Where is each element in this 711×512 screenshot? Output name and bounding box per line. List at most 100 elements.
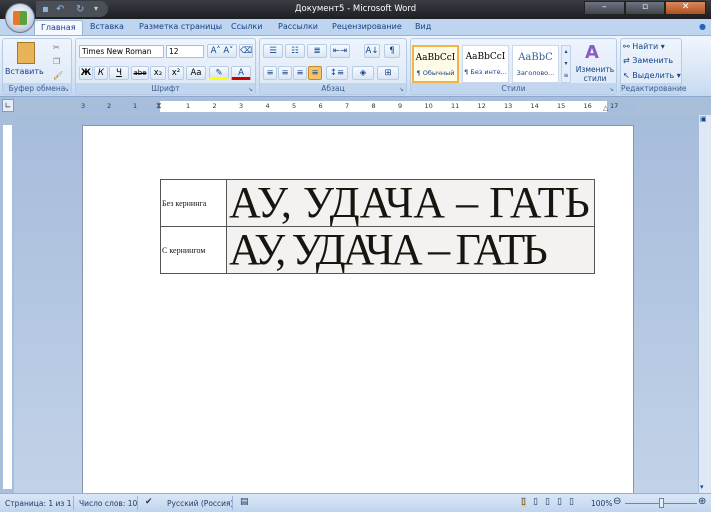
- help-icon[interactable]: ●: [699, 22, 706, 31]
- shading-icon[interactable]: ◈: [352, 66, 374, 80]
- minimize-button[interactable]: –: [584, 1, 625, 15]
- save-icon[interactable]: ▪: [42, 4, 49, 15]
- ruler-number: 7: [345, 102, 350, 110]
- redo-icon[interactable]: ↻: [76, 4, 84, 15]
- group-editing: ⚯ Найти ▾ ⇄ Заменить ↖ Выделить ▾ Редакт…: [620, 38, 686, 95]
- zoom-out-icon[interactable]: ⊖: [613, 496, 621, 507]
- numbering-icon[interactable]: ☷: [285, 44, 305, 58]
- styles-scroll[interactable]: ▴ ▾ ≡: [561, 45, 571, 83]
- bullets-icon[interactable]: ☰: [263, 44, 283, 58]
- paste-button[interactable]: Вставить: [5, 67, 44, 76]
- sort-icon[interactable]: A↓: [364, 44, 380, 58]
- multilevel-list-icon[interactable]: ≣: [307, 44, 327, 58]
- scroll-down-icon[interactable]: ▾: [700, 483, 704, 491]
- group-label: Буфер обмена: [3, 83, 71, 94]
- zoom-in-icon[interactable]: ⊕: [698, 496, 706, 507]
- print-layout-icon[interactable]: ▯: [521, 497, 526, 507]
- underline-button[interactable]: Ч: [109, 66, 129, 80]
- ruler-toggle-icon[interactable]: ▣: [700, 115, 707, 123]
- font-size-select[interactable]: 12: [166, 45, 204, 58]
- subscript-button[interactable]: x₂: [150, 66, 166, 80]
- align-left-icon[interactable]: ≡: [263, 66, 277, 80]
- show-marks-icon[interactable]: ¶: [384, 44, 400, 58]
- full-screen-icon[interactable]: ▯: [533, 497, 538, 507]
- customize-qat-icon[interactable]: ▾: [94, 4, 98, 13]
- italic-button[interactable]: К: [94, 66, 108, 80]
- office-button[interactable]: [5, 3, 35, 33]
- horizontal-ruler[interactable]: 3 2 1 1 2 3 4 5 6 7 8 9 10 11 12 13 14 15 16 17 ⧗ △: [80, 101, 636, 112]
- vertical-scrollbar[interactable]: ▣ ▾: [698, 115, 711, 493]
- font-name-select[interactable]: Times New Roman: [79, 45, 164, 58]
- align-center-icon[interactable]: ≡: [278, 66, 292, 80]
- justify-icon[interactable]: ≡: [308, 66, 322, 80]
- copy-icon[interactable]: ❐: [53, 57, 60, 66]
- tab-references[interactable]: Ссылки: [231, 22, 262, 31]
- dialog-launcher-icon[interactable]: ↘: [609, 86, 614, 93]
- proofing-icon[interactable]: ✔: [145, 497, 153, 507]
- style-heading[interactable]: AaBbC Заголово...: [512, 45, 559, 83]
- vertical-ruler[interactable]: [2, 124, 13, 490]
- dialog-launcher-icon[interactable]: ↘: [64, 86, 69, 93]
- tab-review[interactable]: Рецензирование: [332, 22, 402, 31]
- group-styles: AaBbCcI ¶ Обычный AaBbCcI ¶ Без инте... Aa…: [410, 38, 617, 95]
- ruler-number: 10: [424, 102, 433, 110]
- format-painter-icon[interactable]: 🖌: [53, 71, 63, 80]
- bold-button[interactable]: Ж: [79, 66, 93, 80]
- zoom-level[interactable]: 100%: [591, 499, 612, 508]
- zoom-slider-thumb[interactable]: [659, 498, 664, 508]
- page-count[interactable]: Страница: 1 из 1: [5, 499, 72, 508]
- group-label: Стили: [411, 83, 616, 94]
- align-right-icon[interactable]: ≡: [293, 66, 307, 80]
- kerning-table: Без кернинга АУ, УДАЧА – ГАТЬ С кернинго…: [160, 179, 595, 274]
- ruler-number: 14: [530, 102, 539, 110]
- web-layout-icon[interactable]: ▯: [545, 497, 550, 507]
- ruler-number: 8: [371, 102, 376, 110]
- ruler-number: 2: [212, 102, 217, 110]
- indent-marker-icon[interactable]: ⧗: [156, 101, 162, 111]
- undo-icon[interactable]: ↶: [56, 4, 64, 15]
- divider: [137, 496, 138, 510]
- sample-text-kerning[interactable]: АУ, УДАЧА – ГАТЬ: [226, 226, 595, 274]
- find-button[interactable]: ⚯ Найти ▾: [623, 42, 665, 51]
- divider: [232, 496, 233, 510]
- style-no-spacing[interactable]: AaBbCcI ¶ Без инте...: [462, 45, 509, 83]
- superscript-button[interactable]: x²: [168, 66, 184, 80]
- word-count[interactable]: Число слов: 10: [79, 499, 137, 508]
- tab-selector[interactable]: ∟: [2, 99, 14, 112]
- borders-icon[interactable]: ⊞: [377, 66, 399, 80]
- cut-icon[interactable]: ✂: [53, 43, 60, 52]
- row-label[interactable]: С кернингом: [160, 226, 227, 274]
- change-case-button[interactable]: Aa: [186, 66, 206, 80]
- tab-mailings[interactable]: Рассылки: [278, 22, 318, 31]
- font-color-icon[interactable]: A: [231, 66, 251, 80]
- binoculars-icon: ⚯: [623, 42, 633, 51]
- close-button[interactable]: ✕: [665, 1, 707, 15]
- macro-icon[interactable]: ▤: [240, 497, 249, 507]
- dialog-launcher-icon[interactable]: ↘: [399, 86, 404, 93]
- draft-icon[interactable]: ▯: [569, 497, 574, 507]
- restore-button[interactable]: ▫: [624, 1, 666, 15]
- strikethrough-button[interactable]: abe: [131, 66, 149, 80]
- row-label[interactable]: Без кернинга: [160, 179, 227, 227]
- indent-icon[interactable]: ⇤⇥: [330, 44, 350, 58]
- title-bar: Документ5 - Microsoft Word ▪ ↶ ↻ ▾ – ▫ ✕: [0, 0, 711, 19]
- style-normal[interactable]: AaBbCcI ¶ Обычный: [412, 45, 459, 83]
- outline-icon[interactable]: ▯: [557, 497, 562, 507]
- cursor-icon: ↖: [623, 71, 633, 80]
- right-indent-marker-icon[interactable]: △: [603, 104, 608, 112]
- clear-format-icon[interactable]: ⌫: [239, 44, 253, 58]
- change-styles-button[interactable]: Изменить стили: [574, 65, 616, 83]
- replace-button[interactable]: ⇄ Заменить: [623, 56, 673, 65]
- grow-shrink-font-button[interactable]: A˄ A˅: [207, 44, 237, 58]
- select-button[interactable]: ↖ Выделить ▾: [623, 71, 681, 80]
- ruler-number: 15: [557, 102, 566, 110]
- line-spacing-icon[interactable]: ↕≡: [326, 66, 348, 80]
- language[interactable]: Русский (Россия): [167, 499, 233, 508]
- highlight-icon[interactable]: ✎: [209, 66, 229, 80]
- ruler-number: 6: [318, 102, 323, 110]
- tab-insert[interactable]: Вставка: [90, 22, 124, 31]
- dialog-launcher-icon[interactable]: ↘: [248, 86, 253, 93]
- tab-page-layout[interactable]: Разметка страницы: [139, 22, 222, 31]
- tab-view[interactable]: Вид: [415, 22, 431, 31]
- sample-text-no-kerning[interactable]: АУ, УДАЧА – ГАТЬ: [226, 179, 595, 227]
